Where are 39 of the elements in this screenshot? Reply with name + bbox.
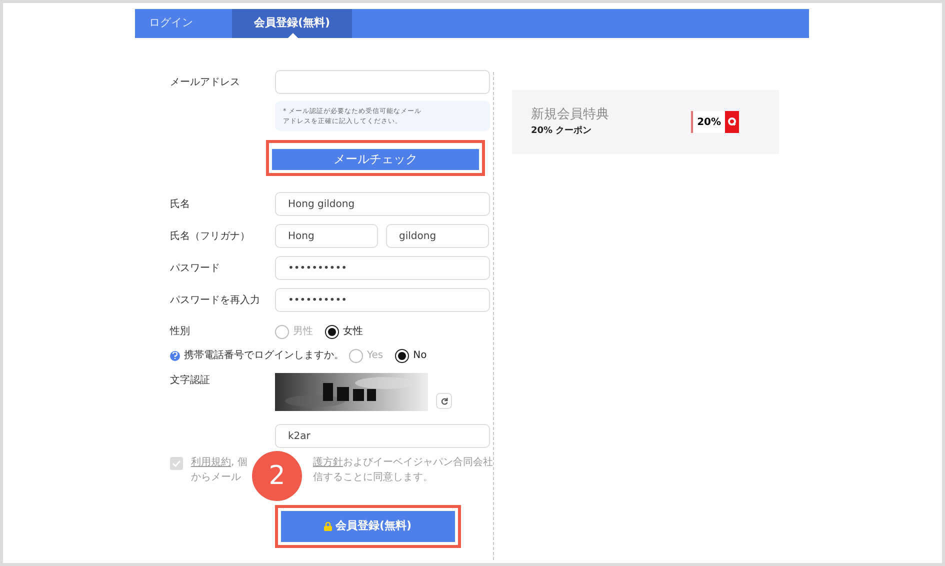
consent-text: からメール (191, 471, 241, 485)
field-label: 氏名（フリガナ） (170, 230, 251, 244)
input-field[interactable]: •••••••••• (275, 256, 490, 280)
radio-button[interactable] (395, 348, 410, 362)
consent-text: およびイーベイジャパン合同会社 (343, 456, 493, 470)
checkbox[interactable] (170, 457, 183, 470)
field-label: 携帯電話番号でログインしますか。 (184, 348, 344, 363)
radio-label: No (413, 349, 427, 363)
email-check-button[interactable]: メールチェック (272, 148, 479, 170)
field-label: 文字認証 (170, 374, 211, 388)
radio-button[interactable] (349, 348, 363, 362)
help-icon (170, 350, 180, 360)
radio-label: 男性 (293, 324, 313, 339)
consent-text: , 個 (231, 456, 248, 470)
tab[interactable]: 会員登録(無料) (232, 9, 352, 38)
radio-button[interactable] (275, 324, 289, 338)
radio-label: 女性 (343, 324, 363, 339)
consent-text: 信することに同意します。 (313, 470, 433, 485)
field-label: メールアドレス (170, 76, 241, 90)
input-field[interactable]: Hong gildong (275, 192, 490, 216)
input-field[interactable]: Hong (275, 224, 378, 248)
benefit-title: 新規会員特典 (531, 106, 609, 124)
input-field[interactable]: k2ar (275, 424, 490, 448)
radio-button[interactable] (325, 324, 339, 338)
step-marker: 2 (252, 451, 302, 501)
field-label: パスワード (170, 262, 221, 276)
refresh-icon (440, 396, 448, 406)
input-field[interactable]: •••••••••• (275, 288, 490, 312)
register-button[interactable]: 会員登録(無料) (281, 511, 455, 542)
lock-icon (324, 522, 332, 531)
input-field[interactable]: gildong (386, 224, 489, 248)
field-label: 性別 (170, 324, 191, 339)
field-label: 氏名 (170, 198, 191, 212)
field-label: パスワードを再入力 (170, 294, 261, 308)
radio-label: Yes (367, 349, 384, 363)
coupon-value: 20% (696, 116, 722, 130)
input-field[interactable] (275, 70, 490, 94)
benefit-subtitle: 20% クーポン (531, 124, 593, 138)
refresh-button[interactable] (436, 393, 452, 409)
